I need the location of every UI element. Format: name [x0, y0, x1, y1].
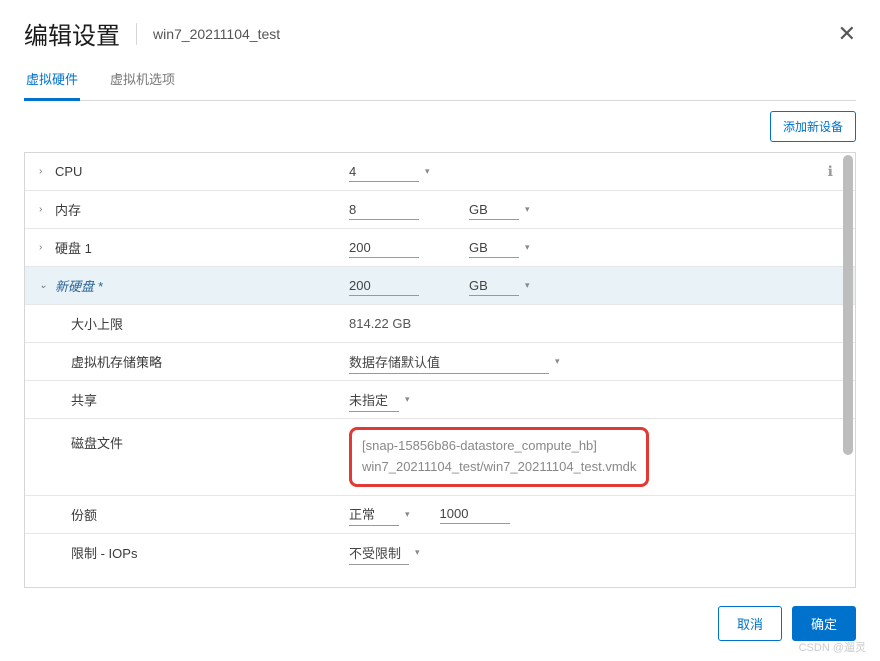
ok-button[interactable]: 确定 [792, 606, 856, 641]
header-divider [136, 23, 137, 45]
modal-header: 编辑设置 win7_20211104_test ✕ [24, 0, 856, 61]
row-storage-policy: 虚拟机存储策略 数据存储默认值 ▾ [25, 343, 855, 381]
chevron-right-icon: › [39, 166, 49, 177]
cpu-label: CPU [55, 164, 82, 179]
disk1-size-input[interactable] [349, 238, 419, 258]
disk1-label: 硬盘 1 [55, 238, 92, 257]
disk-file-path-box: [snap-15856b86-datastore_compute_hb] win… [349, 427, 649, 487]
chevron-down-icon[interactable]: ▾ [525, 242, 530, 253]
disk-file-line2: win7_20211104_test/win7_20211104_test.vm… [362, 457, 636, 478]
row-memory[interactable]: › 内存 GB ▾ [25, 191, 855, 229]
settings-form: ℹ › CPU 4 ▾ › 内存 [24, 152, 856, 588]
limit-iops-select[interactable]: 不受限制 [349, 541, 409, 565]
row-limit-iops: 限制 - IOPs 不受限制 ▾ [25, 534, 855, 572]
toolbar: 添加新设备 [24, 101, 856, 152]
row-hard-disk-1[interactable]: › 硬盘 1 GB ▾ [25, 229, 855, 267]
chevron-right-icon: › [39, 204, 49, 215]
tab-virtual-hardware[interactable]: 虚拟硬件 [24, 61, 80, 101]
shares-label: 份额 [71, 505, 97, 524]
modal-title: 编辑设置 [24, 16, 120, 51]
newdisk-size-input[interactable] [349, 276, 419, 296]
close-icon[interactable]: ✕ [838, 21, 856, 47]
chevron-down-icon[interactable]: ▾ [425, 166, 430, 177]
chevron-down-icon[interactable]: ▾ [405, 394, 410, 405]
watermark: CSDN @遛灵 [799, 639, 866, 655]
storage-policy-select[interactable]: 数据存储默认值 [349, 350, 549, 374]
disk-file-label: 磁盘文件 [71, 433, 123, 452]
tab-bar: 虚拟硬件 虚拟机选项 [24, 61, 856, 101]
modal-footer: 取消 确定 [24, 588, 856, 641]
row-disk-file: 磁盘文件 [snap-15856b86-datastore_compute_hb… [25, 419, 855, 496]
row-max-size: 大小上限 814.22 GB [25, 305, 855, 343]
chevron-down-icon[interactable]: ▾ [405, 509, 410, 520]
memory-unit[interactable]: GB [469, 200, 519, 220]
add-device-button[interactable]: 添加新设备 [770, 111, 856, 142]
sharing-select[interactable]: 未指定 [349, 388, 399, 412]
vm-name: win7_20211104_test [153, 26, 280, 42]
chevron-down-icon[interactable]: ▾ [525, 280, 530, 291]
limit-iops-label: 限制 - IOPs [71, 543, 137, 562]
row-shares: 份额 正常 ▾ [25, 496, 855, 534]
disk-file-line1: [snap-15856b86-datastore_compute_hb] [362, 436, 636, 457]
chevron-down-icon[interactable]: ▾ [555, 356, 560, 367]
shares-number-input[interactable] [440, 504, 510, 524]
memory-label: 内存 [55, 200, 81, 219]
max-size-label: 大小上限 [71, 314, 123, 333]
info-icon[interactable]: ℹ [828, 163, 833, 180]
cpu-value[interactable]: 4 [349, 162, 419, 182]
row-cpu[interactable]: › CPU 4 ▾ [25, 153, 855, 191]
row-sharing: 共享 未指定 ▾ [25, 381, 855, 419]
disk1-unit[interactable]: GB [469, 238, 519, 258]
tab-vm-options[interactable]: 虚拟机选项 [108, 61, 177, 100]
newdisk-label: 新硬盘 * [55, 276, 103, 295]
scrollbar[interactable] [843, 155, 853, 455]
chevron-down-icon[interactable]: ▾ [525, 204, 530, 215]
chevron-right-icon: › [39, 242, 49, 253]
chevron-down-icon: ⌄ [39, 280, 49, 291]
cancel-button[interactable]: 取消 [718, 606, 782, 641]
max-size-value: 814.22 GB [349, 316, 411, 331]
storage-policy-label: 虚拟机存储策略 [71, 352, 162, 371]
sharing-label: 共享 [71, 390, 97, 409]
newdisk-unit[interactable]: GB [469, 276, 519, 296]
shares-select[interactable]: 正常 [349, 502, 399, 526]
chevron-down-icon[interactable]: ▾ [415, 547, 420, 558]
row-new-hard-disk[interactable]: ⌄ 新硬盘 * GB ▾ [25, 267, 855, 305]
memory-value-input[interactable] [349, 200, 419, 220]
